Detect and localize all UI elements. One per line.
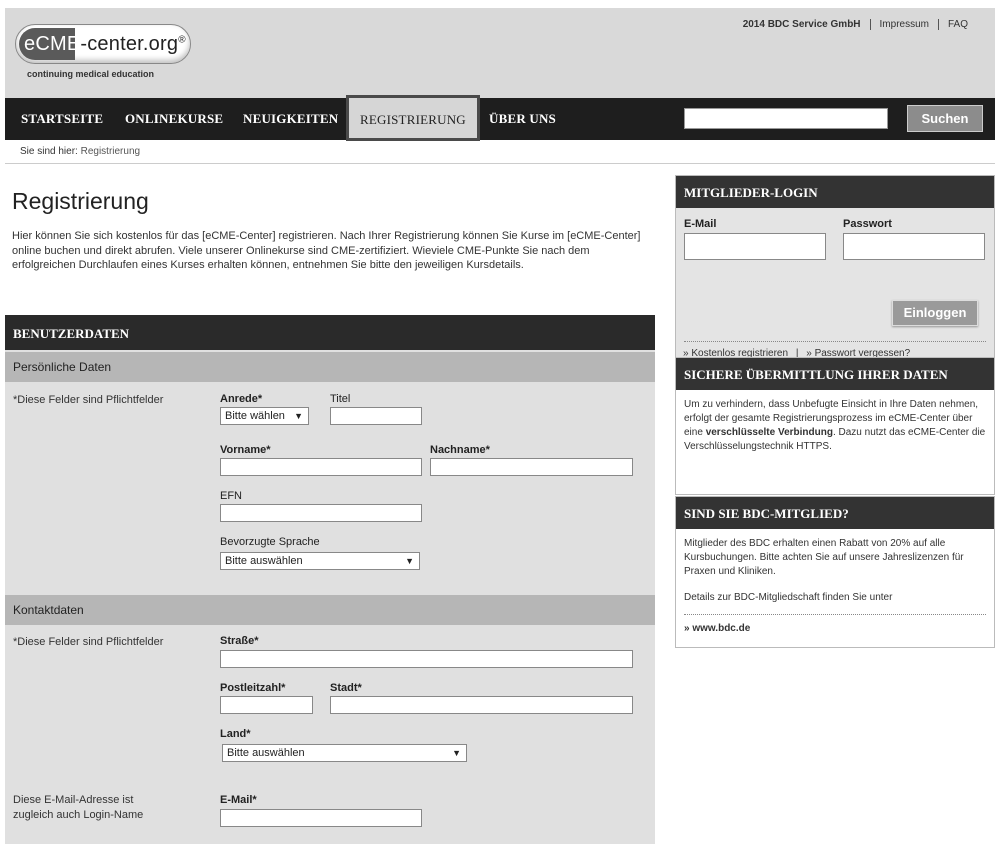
bdc-box-body: Mitglieder des BDC erhalten einen Rabatt… [676, 529, 994, 647]
anrede-select[interactable]: Bitte wählen ▼ [220, 407, 309, 425]
bdc-details-text: Details zur BDC-Mitgliedschaft finden Si… [684, 592, 893, 603]
bdc-text: Mitglieder des BDC erhalten einen Rabatt… [684, 538, 964, 577]
nav-item-onlinekurse[interactable]: ONLINEKURSE [125, 98, 223, 140]
sprache-select[interactable]: Bitte auswählen ▼ [220, 552, 420, 570]
breadcrumb: Sie sind hier: Registrierung [20, 146, 140, 157]
bdc-link-row: » www.bdc.de [684, 614, 986, 636]
titel-field[interactable] [330, 407, 422, 425]
login-box-title: MITGLIEDER-LOGIN [676, 176, 994, 208]
sprache-label: Bevorzugte Sprache [220, 536, 320, 548]
section-personal-heading: Persönliche Daten [5, 352, 655, 382]
breadcrumb-divider [5, 163, 995, 164]
land-label: Land* [220, 728, 251, 740]
chevron-down-icon: ▼ [452, 748, 461, 758]
site-logo[interactable]: eCME-center.org® [15, 24, 191, 64]
email-field[interactable] [220, 809, 422, 827]
login-divider [684, 341, 986, 342]
secure-box-title: SICHERE ÜBERMITTLUNG IHRER DATEN [676, 358, 994, 390]
email-note-line-1: Diese E-Mail-Adresse ist [13, 794, 134, 806]
plz-label: Postleitzahl* [220, 682, 286, 694]
required-note-personal: *Diese Felder sind Pflichtfelder [13, 394, 164, 406]
login-password-field[interactable] [843, 233, 985, 260]
chevron-right-icon: » [684, 623, 690, 634]
site-header: eCME-center.org® continuing medical educ… [5, 8, 995, 98]
nachname-label: Nachname* [430, 444, 490, 456]
user-data-panel: BENUTZERDATEN Persönliche Daten *Diese F… [5, 315, 655, 844]
stadt-label: Stadt* [330, 682, 362, 694]
logo-tagline: continuing medical education [27, 69, 155, 79]
login-email-field[interactable] [684, 233, 826, 260]
land-select[interactable]: Bitte auswählen ▼ [222, 744, 467, 762]
nav-item-registrierung[interactable]: REGISTRIERUNG [346, 95, 480, 141]
logo-text: eCME-center.org® [24, 33, 186, 56]
sprache-select-value: Bitte auswählen [225, 555, 303, 567]
login-password-label: Passwort [843, 218, 892, 230]
nachname-field[interactable] [430, 458, 633, 476]
chevron-down-icon: ▼ [405, 556, 414, 566]
breadcrumb-prefix: Sie sind hier: [20, 146, 78, 157]
secure-box-body: Um zu verhindern, dass Unbefugte Einsich… [676, 390, 994, 494]
chevron-down-icon: ▼ [294, 411, 303, 421]
anrede-select-value: Bitte wählen [225, 410, 285, 422]
secure-text-bold: verschlüsselte Verbindung [705, 427, 833, 438]
bdc-link[interactable]: www.bdc.de [692, 623, 750, 634]
panel-title: BENUTZERDATEN [5, 315, 655, 350]
nav-item-startseite[interactable]: STARTSEITE [21, 98, 103, 140]
main-nav: STARTSEITE ONLINEKURSE NEUIGKEITEN REGIS… [5, 95, 995, 141]
top-link-faq[interactable]: FAQ [937, 19, 977, 30]
plz-field[interactable] [220, 696, 313, 714]
nav-item-ueber-uns[interactable]: ÜBER UNS [489, 98, 556, 140]
vorname-label: Vorname* [220, 444, 271, 456]
logo-rest: -center.org [80, 33, 179, 55]
top-links: 2014 BDC Service GmbH Impressum FAQ [734, 19, 977, 30]
page: eCME-center.org® continuing medical educ… [0, 0, 995, 844]
search-input[interactable] [684, 108, 888, 129]
bdc-box: SIND SIE BDC-MITGLIED? Mitglieder des BD… [675, 496, 995, 648]
search-button[interactable]: Suchen [907, 105, 983, 132]
logo-prefix: eCME [24, 33, 81, 55]
top-link-impressum[interactable]: Impressum [869, 19, 938, 30]
titel-label: Titel [330, 393, 351, 405]
nav-item-neuigkeiten[interactable]: NEUIGKEITEN [243, 98, 338, 140]
efn-field[interactable] [220, 504, 422, 522]
efn-label: EFN [220, 490, 242, 502]
email-label: E-Mail* [220, 794, 257, 806]
section-contact-heading: Kontaktdaten [5, 595, 655, 625]
secure-transfer-box: SICHERE ÜBERMITTLUNG IHRER DATEN Um zu v… [675, 357, 995, 495]
strasse-label: Straße* [220, 635, 259, 647]
login-box: MITGLIEDER-LOGIN E-Mail Passwort Einlogg… [675, 175, 995, 369]
vorname-field[interactable] [220, 458, 422, 476]
top-link-company[interactable]: 2014 BDC Service GmbH [734, 19, 870, 30]
logo-registered-mark: ® [178, 34, 186, 46]
login-button[interactable]: Einloggen [892, 300, 978, 326]
breadcrumb-current[interactable]: Registrierung [81, 146, 140, 157]
page-title: Registrierung [12, 188, 149, 214]
login-box-body: E-Mail Passwort Einloggen » Kostenlos re… [676, 208, 994, 368]
email-note-line-2: zugleich auch Login-Name [13, 809, 144, 821]
land-select-value: Bitte auswählen [227, 747, 305, 759]
login-email-label: E-Mail [684, 218, 717, 230]
required-note-contact: *Diese Felder sind Pflichtfelder [13, 636, 164, 648]
stadt-field[interactable] [330, 696, 633, 714]
anrede-label: Anrede* [220, 393, 263, 405]
strasse-field[interactable] [220, 650, 633, 668]
intro-text: Hier können Sie sich kostenlos für das [… [12, 230, 641, 271]
bdc-box-title: SIND SIE BDC-MITGLIED? [676, 497, 994, 529]
